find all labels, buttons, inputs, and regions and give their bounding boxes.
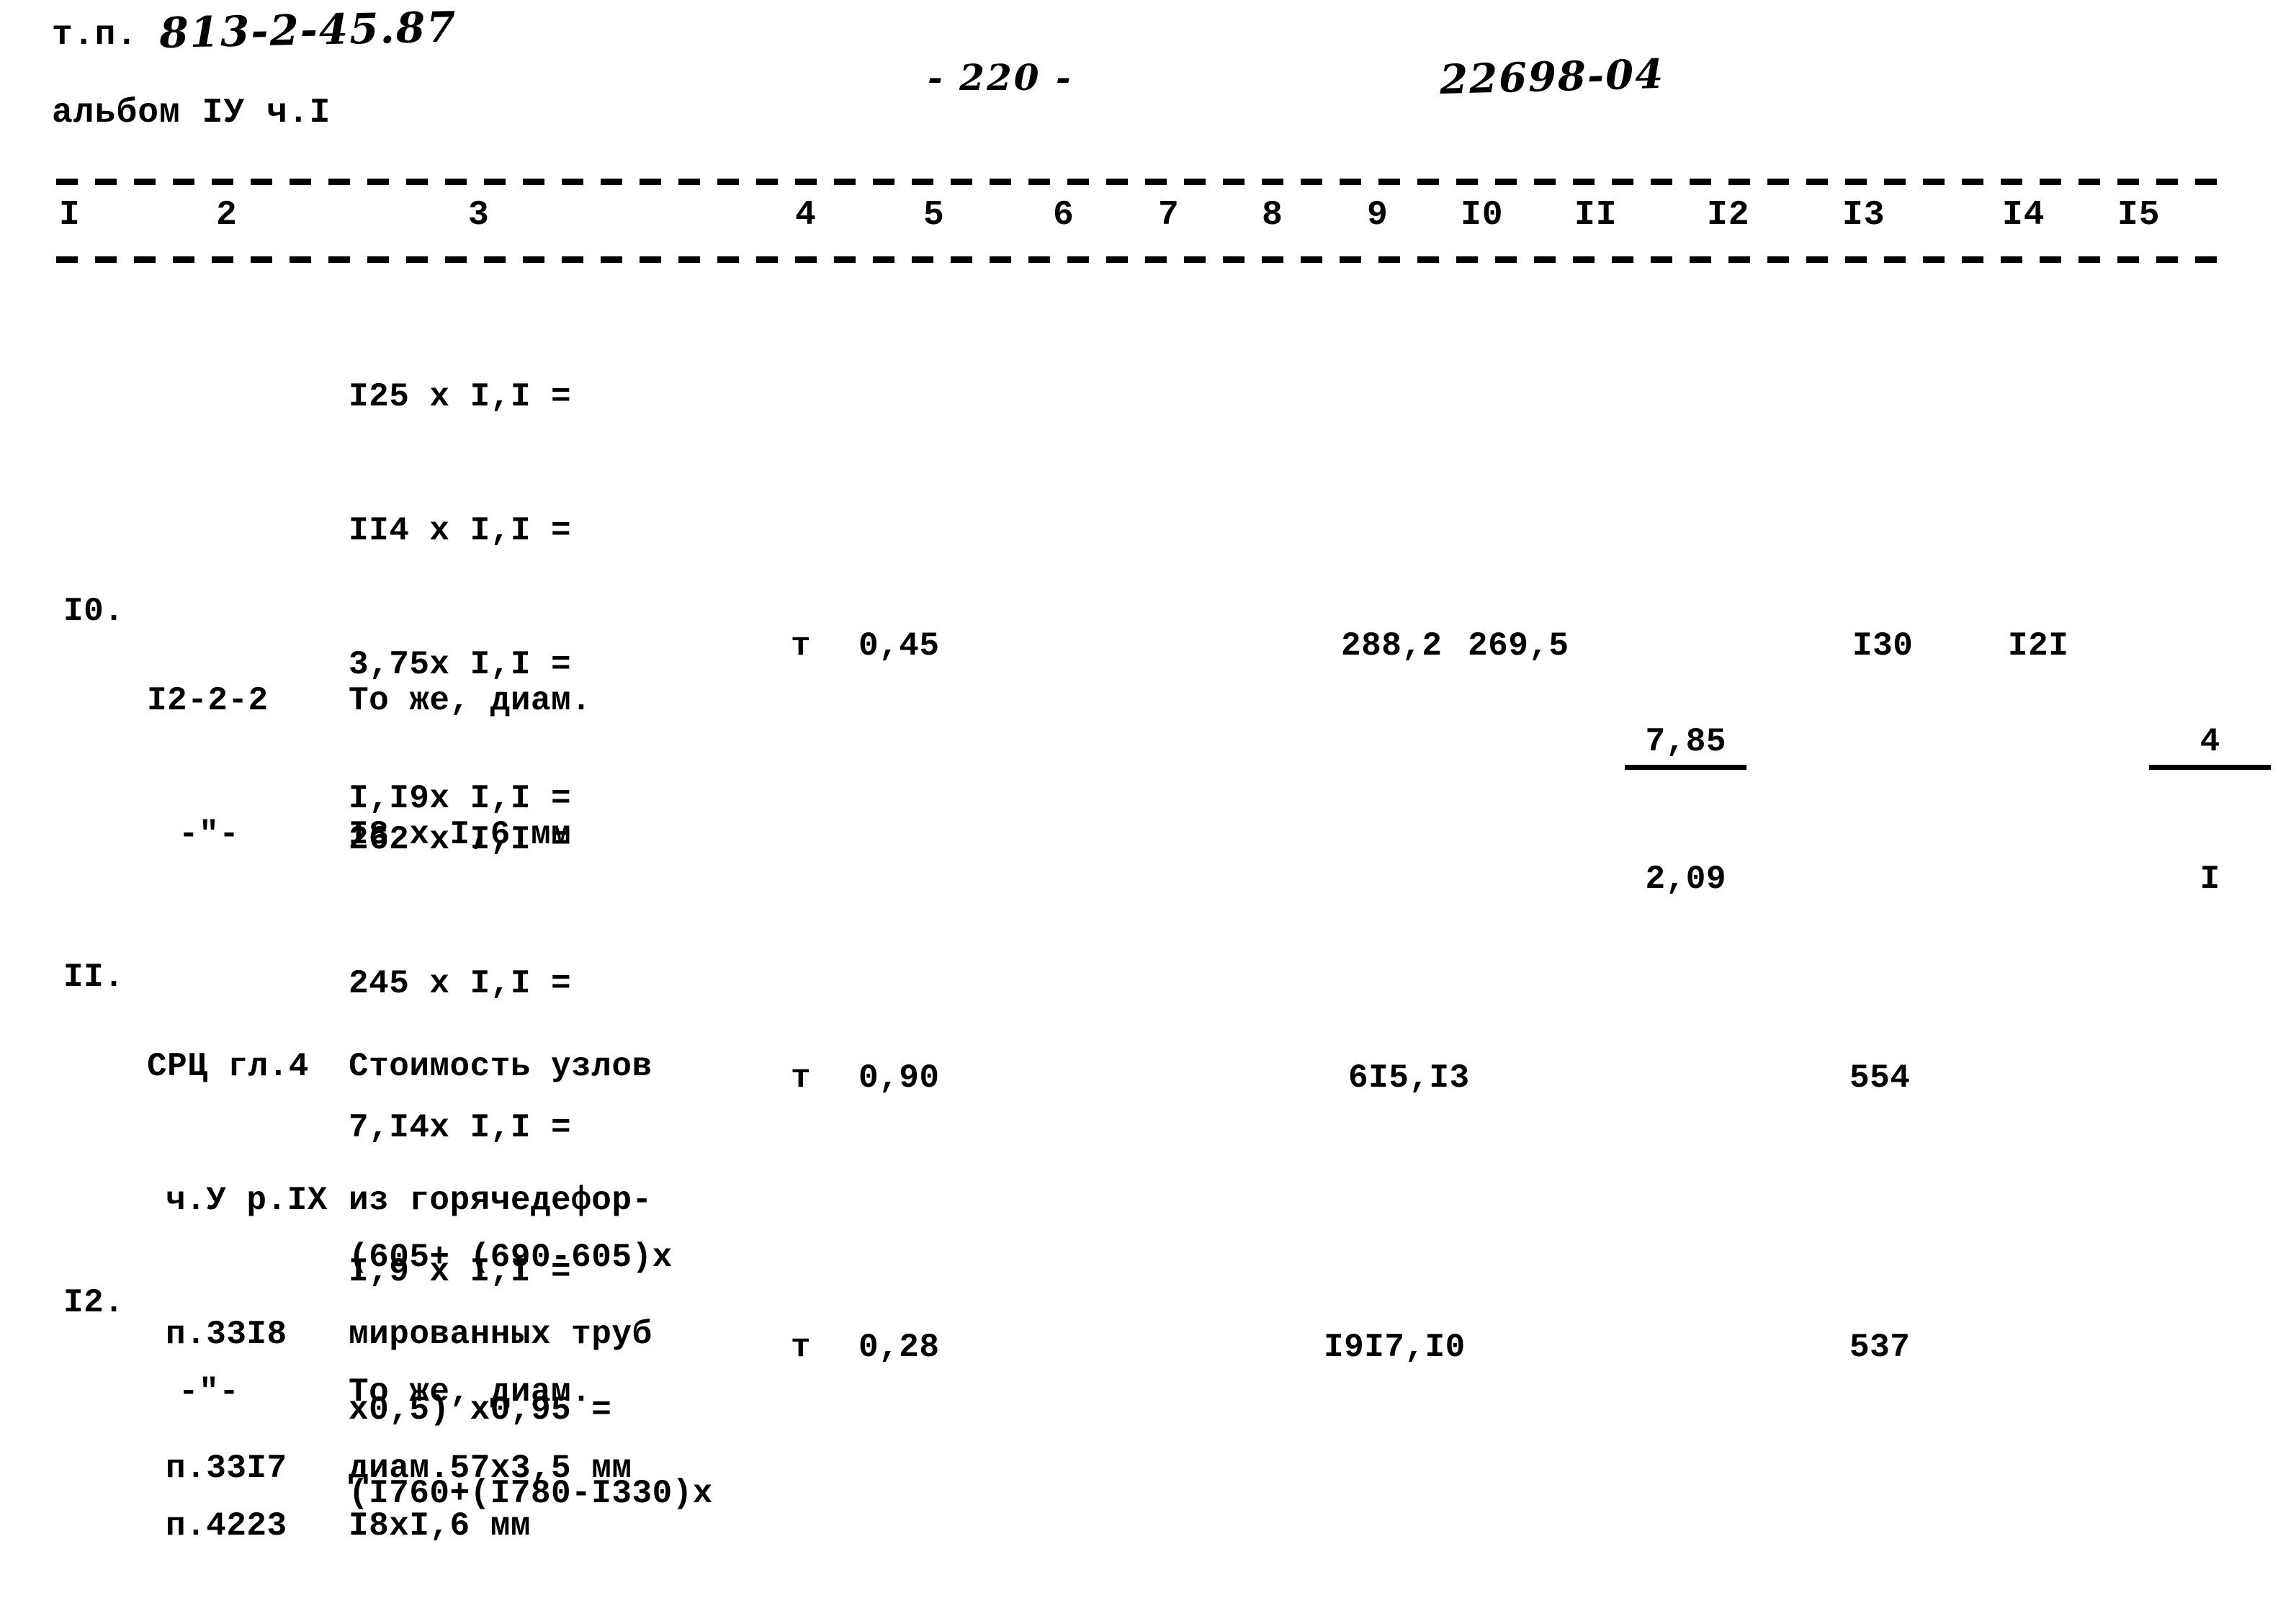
quantity-cell-11: 0,90 — [858, 1059, 940, 1097]
table-rule-top — [56, 179, 2225, 185]
column-header-9: 9 — [1367, 196, 1389, 235]
column-header-7: 7 — [1158, 196, 1180, 235]
col10-cell-10: 269,5 — [1468, 627, 1569, 665]
calc-line: (I760+(I780-I330)х — [349, 1475, 713, 1512]
col15-fraction-10: 4 I — [2122, 621, 2272, 1000]
row-number: I2. — [63, 1284, 125, 1321]
calc-line: (605+ (690-605)х — [349, 1239, 673, 1276]
doc-number: 22698-04 — [1439, 50, 1665, 104]
col13-cell-12: 537 — [1849, 1329, 1911, 1366]
calc-line: I25 x I,I = — [349, 378, 572, 416]
document-page: т.п. 813-2-45.87 альбом IУ ч.I - 220 - 2… — [0, 0, 2296, 1616]
fraction-denominator: 2,09 — [1645, 861, 1726, 898]
fraction-numerator: 7,85 — [1625, 720, 1747, 770]
col14-cell-10: I2I — [2008, 627, 2069, 665]
column-header-2: 2 — [216, 196, 238, 235]
description-line: Стоимость узлов — [349, 1048, 653, 1085]
row-number: II. — [63, 959, 125, 996]
column-header-8: 8 — [1262, 196, 1283, 235]
reference-line: I2-2-2 — [147, 682, 269, 719]
row-reference-10: I2-2-2 -"- — [147, 589, 269, 946]
column-header-5: 5 — [923, 196, 945, 235]
reference-line: ч.У р.IX — [166, 1182, 328, 1219]
doc-code: 813-2-45.87 — [158, 2, 458, 58]
row-reference-12: -"- п.4223 п.4224 — [147, 1280, 287, 1616]
column-header-4: 4 — [795, 196, 817, 235]
fraction-denominator: I — [2199, 861, 2220, 898]
reference-line: п.4223 — [166, 1507, 287, 1545]
reference-line: СРЦ гл.4 — [147, 1048, 309, 1085]
column-header-13: I3 — [1842, 196, 1885, 235]
quantity-cell-10: 0,45 — [858, 627, 940, 665]
col9-cell-11: 6I5,I3 — [1348, 1059, 1470, 1097]
column-header-6: 6 — [1053, 196, 1075, 235]
column-header-1: I — [59, 196, 81, 235]
page-number: - 220 - — [928, 56, 1073, 99]
column-header-14: I4 — [2002, 196, 2045, 235]
reference-line: -"- — [179, 1373, 240, 1411]
col13-cell-11: 554 — [1849, 1059, 1911, 1097]
col9-cell-10: 288,2 — [1341, 627, 1443, 665]
album-line: альбом IУ ч.I — [52, 94, 331, 133]
doc-label: т.п. — [52, 16, 138, 55]
calc-line: II4 x I,I = — [349, 512, 572, 549]
calc-block-6: (I760+(I780-I330)х х0,6)х0,95 = — [349, 1373, 713, 1616]
description-line: То же, диам. — [349, 682, 592, 719]
column-header-11: II — [1574, 196, 1618, 235]
fraction-numerator: 4 — [2149, 720, 2272, 770]
calc-line: 262 x I,I = — [349, 821, 572, 858]
column-header-15: I5 — [2117, 196, 2161, 235]
unit-cell-10: т — [791, 627, 812, 665]
col13-cell-10: I30 — [1852, 627, 1914, 665]
column-header-10: I0 — [1461, 196, 1504, 235]
table-rule-bottom — [56, 256, 2225, 263]
column-header-12: I2 — [1707, 196, 1750, 235]
unit-cell-12: т — [791, 1329, 812, 1366]
quantity-cell-12: 0,28 — [858, 1329, 940, 1366]
col11-fraction-10: 7,85 2,09 — [1597, 621, 1747, 1000]
reference-line: -"- — [179, 816, 240, 853]
unit-cell-11: т — [791, 1059, 812, 1097]
column-header-3: 3 — [468, 196, 490, 235]
col9-cell-12: I9I7,I0 — [1324, 1329, 1466, 1366]
row-number: I0. — [63, 593, 125, 630]
